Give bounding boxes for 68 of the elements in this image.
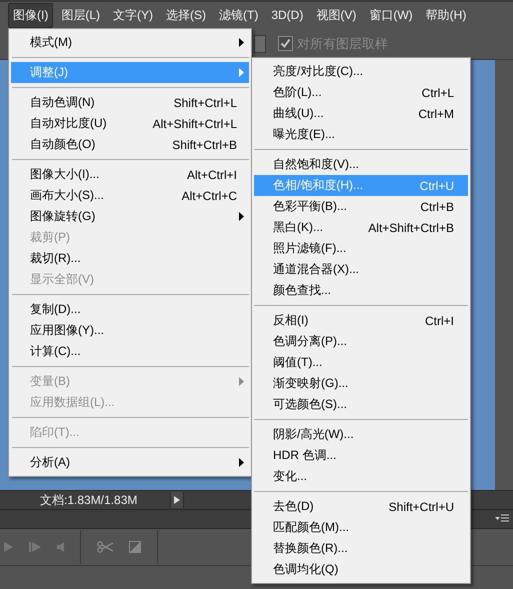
menu-item[interactable]: 渐变映射(G)... bbox=[254, 373, 468, 394]
menu-item[interactable]: 计算(C)... bbox=[11, 341, 249, 362]
menu-bar-item[interactable]: 图像(I) bbox=[8, 2, 54, 28]
submenu-arrow-icon bbox=[239, 377, 244, 386]
menu-item[interactable]: 图像旋转(G) bbox=[11, 206, 249, 227]
menu-item[interactable]: 分析(A) bbox=[11, 452, 249, 473]
transition-icon[interactable] bbox=[129, 541, 141, 553]
scissors-icon[interactable] bbox=[97, 541, 113, 553]
play-icon[interactable] bbox=[4, 542, 13, 552]
menu-item[interactable]: 复制(D)... bbox=[11, 299, 249, 320]
menu-item[interactable]: 可选颜色(S)... bbox=[254, 394, 468, 415]
menu-item[interactable]: 匹配颜色(M)... bbox=[254, 517, 468, 538]
menu-item[interactable]: 阴影/高光(W)... bbox=[254, 424, 468, 445]
menu-item[interactable]: 自动对比度(U) Alt+Shift+Ctrl+L bbox=[11, 113, 249, 134]
menu-item[interactable]: 曲线(U)... Ctrl+M bbox=[254, 103, 468, 124]
shortcut-label: Ctrl+B bbox=[420, 200, 454, 214]
menu-item[interactable]: 色彩平衡(B)... Ctrl+B bbox=[254, 196, 468, 217]
shortcut-label: Shift+Ctrl+L bbox=[174, 96, 237, 110]
shortcut-label: Alt+Ctrl+C bbox=[182, 188, 237, 202]
shortcut-label: Shift+Ctrl+U bbox=[388, 500, 454, 514]
menu-item[interactable]: 变化... bbox=[254, 466, 468, 487]
submenu-arrow-icon bbox=[239, 68, 244, 77]
menu-item[interactable]: 色调分离(P)... bbox=[254, 331, 468, 352]
audio-icon[interactable] bbox=[57, 542, 64, 552]
shortcut-label: Ctrl+I bbox=[424, 314, 454, 328]
shortcut-label: Ctrl+L bbox=[422, 86, 454, 100]
shortcut-label: Shift+Ctrl+B bbox=[172, 138, 237, 152]
menu-item[interactable]: 自动色调(N) Shift+Ctrl+L bbox=[11, 92, 249, 113]
menu-bar-item[interactable]: 文字(Y) bbox=[108, 2, 158, 28]
menu-item[interactable]: 自然饱和度(V)... bbox=[254, 154, 468, 175]
shortcut-label: Alt+Shift+Ctrl+B bbox=[368, 220, 454, 234]
menu-bar-item[interactable]: 图层(L) bbox=[56, 2, 105, 28]
panel-menu-icon[interactable] bbox=[495, 514, 509, 524]
menu-item[interactable]: 颜色查找... bbox=[254, 280, 468, 301]
menu-item[interactable]: 阈值(T)... bbox=[254, 352, 468, 373]
menu-bar-item[interactable]: 视图(V) bbox=[311, 2, 362, 28]
menu-item[interactable]: 模式(M) bbox=[11, 32, 249, 53]
menu-item[interactable]: 反相(I) Ctrl+I bbox=[254, 310, 468, 331]
menu-bar-item[interactable]: 选择(S) bbox=[161, 2, 211, 28]
checkbox-label: 对所有图层取样 bbox=[297, 34, 388, 52]
shortcut-label: Ctrl+M bbox=[418, 106, 454, 120]
menu-item[interactable]: 替换颜色(R)... bbox=[254, 538, 468, 559]
menu-item[interactable]: 图像大小(I)... Alt+Ctrl+I bbox=[11, 164, 249, 185]
submenu-arrow-icon bbox=[239, 458, 244, 467]
menu-item[interactable]: 去色(D) Shift+Ctrl+U bbox=[254, 496, 468, 517]
shortcut-label: Alt+Ctrl+I bbox=[186, 168, 237, 182]
menu-item[interactable]: 裁切(R)... bbox=[11, 248, 249, 269]
menu-item[interactable]: 通道混合器(X)... bbox=[254, 259, 468, 280]
submenu-arrow-icon bbox=[239, 212, 244, 221]
menu-bar-item[interactable]: 3D(D) bbox=[266, 4, 308, 26]
menu-bar-item[interactable]: 帮助(H) bbox=[420, 2, 472, 28]
menu-item[interactable]: 照片滤镜(F)... bbox=[254, 238, 468, 259]
menu-item[interactable]: 色阶(L)... Ctrl+L bbox=[254, 82, 468, 103]
document-size: 文档:1.83M/1.83M bbox=[40, 492, 138, 508]
menu-item[interactable]: 自动颜色(O) Shift+Ctrl+B bbox=[11, 134, 249, 155]
menu-item[interactable]: 曝光度(E)... bbox=[254, 124, 468, 145]
shortcut-label: Alt+Shift+Ctrl+L bbox=[152, 116, 237, 130]
next-frame-icon[interactable] bbox=[29, 542, 41, 552]
menu-item[interactable]: 黑白(K)... Alt+Shift+Ctrl+B bbox=[254, 217, 468, 238]
menu-item[interactable]: 色调均化(Q) bbox=[254, 559, 468, 580]
menu-item[interactable]: HDR 色调... bbox=[254, 445, 468, 466]
menu-item[interactable]: 画布大小(S)... Alt+Ctrl+C bbox=[11, 185, 249, 206]
menu-item[interactable]: 应用图像(Y)... bbox=[11, 320, 249, 341]
menu-bar-item[interactable]: 滤镜(T) bbox=[214, 2, 264, 28]
menu-bar-item[interactable]: 窗口(W) bbox=[364, 2, 418, 28]
menu-item[interactable]: 亮度/对比度(C)... bbox=[254, 61, 468, 82]
submenu-arrow-icon bbox=[239, 38, 244, 47]
shortcut-label: Ctrl+U bbox=[420, 178, 454, 192]
